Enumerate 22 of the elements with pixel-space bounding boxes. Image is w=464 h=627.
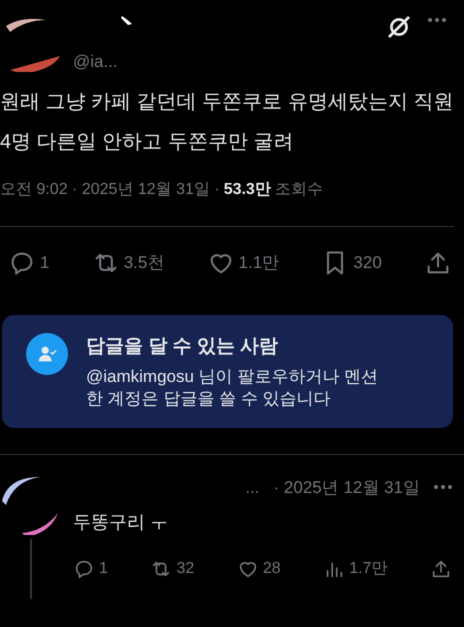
reply-date[interactable]: · 2025년 12월 31일 [274,474,420,500]
tweet-time[interactable]: 오전 9:02 · 2025년 12월 31일 · [0,178,220,202]
user-handle[interactable]: @ia... [73,49,118,74]
like-button[interactable]: 28 [236,556,281,580]
like-button[interactable]: 1.1만 [206,249,280,277]
reply-author[interactable]: ... [245,474,260,500]
person-check-icon [26,333,68,375]
more-button[interactable] [434,485,452,490]
reply-button[interactable]: 1 [8,249,50,277]
repost-button[interactable]: 3.5천 [92,249,164,277]
views-button[interactable]: 1.7만 [323,556,388,580]
display-name-mark [120,14,134,26]
repost-button[interactable]: 32 [150,556,194,580]
view-count: 53.3만 [224,180,271,200]
more-button[interactable] [428,18,446,22]
notice-title: 답글을 달 수 있는 사람 [86,335,280,359]
views-label: 조회수 [274,180,323,200]
reply-text: 두똥구리 ㅜ [73,510,168,534]
notice-body: @iamkimgosu 님이 팔로우하거나 멘션한 계정은 답글을 쓸 수 있습니다 [86,366,380,410]
bookmark-button[interactable]: 320 [321,249,382,277]
tweet-text: 원래 그냥 카페 같던데 두쫀쿠로 유명세탔는지 직원4명 다른일 안하고 두쫀쿠만 굴려 [0,90,454,155]
reply-button[interactable]: 1 [73,556,108,580]
